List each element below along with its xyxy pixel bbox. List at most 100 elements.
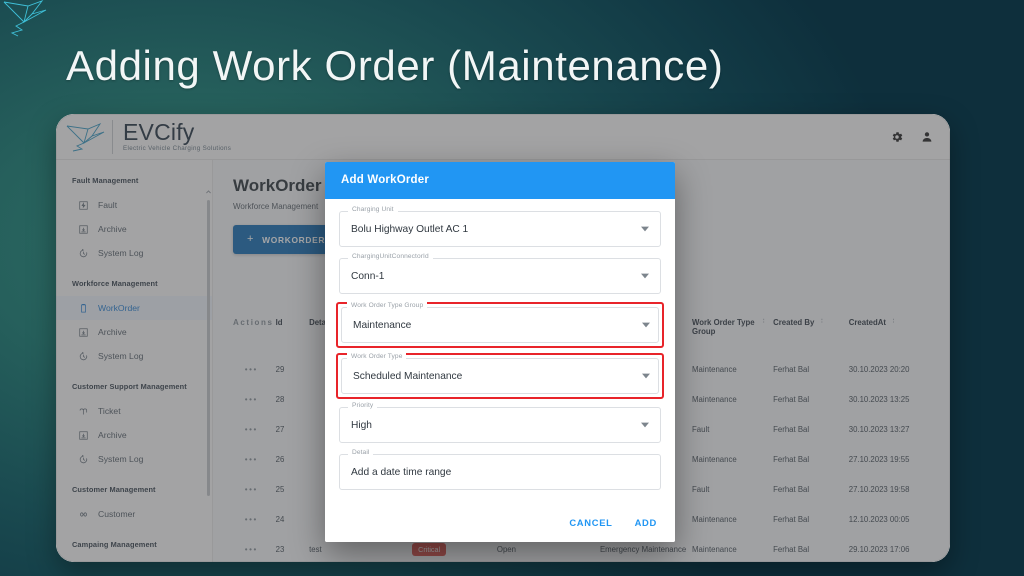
- form-field-work-order-type[interactable]: Work Order Type Scheduled Maintenance: [336, 353, 664, 399]
- app-screenshot-card: EVCify Electric Vehicle Charging Solutio…: [56, 114, 950, 562]
- table-cell-type: Emergency Maintenance: [599, 544, 687, 554]
- field-value: Bolu Highway Outlet AC 1: [351, 223, 469, 235]
- field-control[interactable]: Maintenance: [341, 307, 659, 343]
- chevron-down-icon[interactable]: [641, 226, 649, 232]
- table-cell-id: 26: [275, 454, 285, 464]
- row-actions-button[interactable]: •••: [233, 395, 276, 404]
- field-label: Charging Unit: [348, 206, 398, 213]
- table-cell-by: Ferhat Bal: [773, 394, 810, 404]
- chevron-down-icon[interactable]: [641, 273, 649, 279]
- form-field-chargingunitconnectorid[interactable]: ChargingUnitConnectorId Conn-1: [339, 253, 661, 294]
- cancel-button[interactable]: CANCEL: [569, 517, 612, 528]
- row-actions-button[interactable]: •••: [233, 485, 276, 494]
- priority-cell: Critical: [412, 542, 497, 556]
- add-workorder-label: WORKORDER: [262, 234, 326, 245]
- row-actions-button[interactable]: •••: [233, 515, 276, 524]
- chevron-down-icon[interactable]: [641, 422, 649, 428]
- gear-icon[interactable]: [890, 130, 904, 144]
- chevron-up-icon[interactable]: [205, 188, 212, 196]
- sidebar-item-archive[interactable]: Archive: [56, 320, 212, 344]
- table-column-header[interactable]: Created By ⋮: [773, 318, 849, 327]
- table-cell-group: Maintenance: [692, 544, 737, 554]
- field-value: Add a date time range: [351, 466, 452, 478]
- form-field-detail[interactable]: Detail Add a date time range: [339, 449, 661, 490]
- dialog-body: Charging Unit Bolu Highway Outlet AC 1 Cha…: [325, 199, 675, 507]
- user-icon[interactable]: [920, 130, 934, 144]
- evcify-bird-mark: [66, 122, 105, 151]
- table-cell-id: 29: [275, 364, 285, 374]
- table-cell-group: Maintenance: [692, 364, 737, 374]
- sidebar-item-ticket[interactable]: Ticket: [56, 399, 212, 423]
- table-cell-by: Ferhat Bal: [773, 514, 810, 524]
- app-topbar: EVCify Electric Vehicle Charging Solutio…: [56, 114, 950, 160]
- table-column-label: Work Order Type Group: [692, 318, 755, 336]
- sidebar-item-label: System Log: [98, 454, 144, 464]
- slide-background: Adding Work Order (Maintenance) EVCify E…: [0, 0, 1024, 576]
- field-value: Maintenance: [353, 319, 412, 331]
- sidebar-item-label: Customer: [98, 509, 136, 519]
- field-control[interactable]: High: [339, 407, 661, 443]
- table-cell-status: Open: [496, 544, 516, 554]
- sidebar-item-workorder[interactable]: WorkOrder: [56, 296, 212, 320]
- column-menu-icon[interactable]: ⋮: [760, 318, 767, 324]
- row-actions-button[interactable]: •••: [233, 425, 276, 434]
- field-label: ChargingUnitConnectorId: [348, 253, 433, 260]
- page-title: Adding Work Order (Maintenance): [66, 42, 724, 89]
- add-workorder-button[interactable]: + WORKORDER: [233, 225, 340, 254]
- form-field-work-order-type-group[interactable]: Work Order Type Group Maintenance: [336, 302, 664, 348]
- sidebar-item-label: Archive: [98, 224, 127, 234]
- table-cell-by: Ferhat Bal: [773, 454, 810, 464]
- row-actions-button[interactable]: •••: [233, 545, 276, 554]
- sidebar-item-label: Ticket: [98, 406, 121, 416]
- chevron-down-icon[interactable]: [642, 373, 650, 379]
- table-cell-id: 24: [275, 514, 285, 524]
- dialog-title: Add WorkOrder: [325, 162, 675, 199]
- field-control[interactable]: Scheduled Maintenance: [341, 358, 659, 394]
- table-cell-by: Ferhat Bal: [773, 364, 810, 374]
- sidebar-item-archive[interactable]: Archive: [56, 217, 212, 241]
- sidebar-item-system-log[interactable]: System Log: [56, 241, 212, 265]
- field-label: Detail: [348, 449, 374, 456]
- table-cell-detail: test: [309, 544, 322, 554]
- table-column-header[interactable]: Id: [276, 318, 309, 327]
- dialog-actions: CANCEL ADD: [325, 507, 675, 542]
- sidebar-item-label: WorkOrder: [98, 303, 140, 313]
- table-cell-id: 28: [275, 394, 285, 404]
- table-column-label: Id: [275, 318, 283, 327]
- field-control[interactable]: Add a date time range: [339, 454, 661, 490]
- brand-name: EVCify: [123, 119, 195, 146]
- add-workorder-dialog: Add WorkOrder Charging Unit Bolu Highway …: [325, 162, 675, 542]
- add-button[interactable]: ADD: [635, 517, 657, 528]
- field-label: Work Order Type Group: [347, 302, 428, 309]
- table-column-label: Created By: [773, 318, 815, 327]
- row-actions-button[interactable]: •••: [233, 455, 276, 464]
- sidebar-item-customer[interactable]: Customer: [56, 502, 212, 526]
- table-cell-group: Maintenance: [692, 454, 737, 464]
- archive-icon: [79, 327, 88, 337]
- field-control[interactable]: Conn-1: [339, 258, 661, 294]
- sidebar[interactable]: Fault Management Fault Archive System Log Wo…: [56, 160, 213, 562]
- ticket-icon: [79, 408, 88, 414]
- row-actions-button[interactable]: •••: [233, 365, 276, 374]
- column-menu-icon[interactable]: ⋮: [890, 318, 897, 324]
- table-column-header[interactable]: Actions: [233, 318, 276, 327]
- table-cell-group: Maintenance: [692, 394, 737, 404]
- field-control[interactable]: Bolu Highway Outlet AC 1: [339, 211, 661, 247]
- sidebar-scrollbar[interactable]: [207, 200, 210, 496]
- column-menu-icon[interactable]: ⋮: [818, 318, 825, 324]
- status-badge: Critical: [412, 542, 447, 556]
- sidebar-item-fault[interactable]: Fault: [56, 193, 212, 217]
- archive-icon: [79, 224, 88, 234]
- form-field-charging-unit[interactable]: Charging Unit Bolu Highway Outlet AC 1: [339, 206, 661, 247]
- chevron-down-icon[interactable]: [642, 322, 650, 328]
- sidebar-item-system-log[interactable]: System Log: [56, 447, 212, 471]
- sidebar-item-system-log[interactable]: System Log: [56, 344, 212, 368]
- table-cell-at: 30.10.2023 20:20: [848, 364, 910, 374]
- table-column-header[interactable]: CreatedAt ⋮: [849, 318, 950, 327]
- table-column-header[interactable]: Work Order Type Group ⋮: [692, 318, 773, 336]
- sidebar-item-archive[interactable]: Archive: [56, 423, 212, 447]
- brand-divider: [112, 119, 113, 154]
- table-cell-by: Ferhat Bal: [773, 544, 810, 554]
- form-field-priority[interactable]: Priority High: [339, 402, 661, 443]
- sidebar-item-label: System Log: [98, 248, 144, 258]
